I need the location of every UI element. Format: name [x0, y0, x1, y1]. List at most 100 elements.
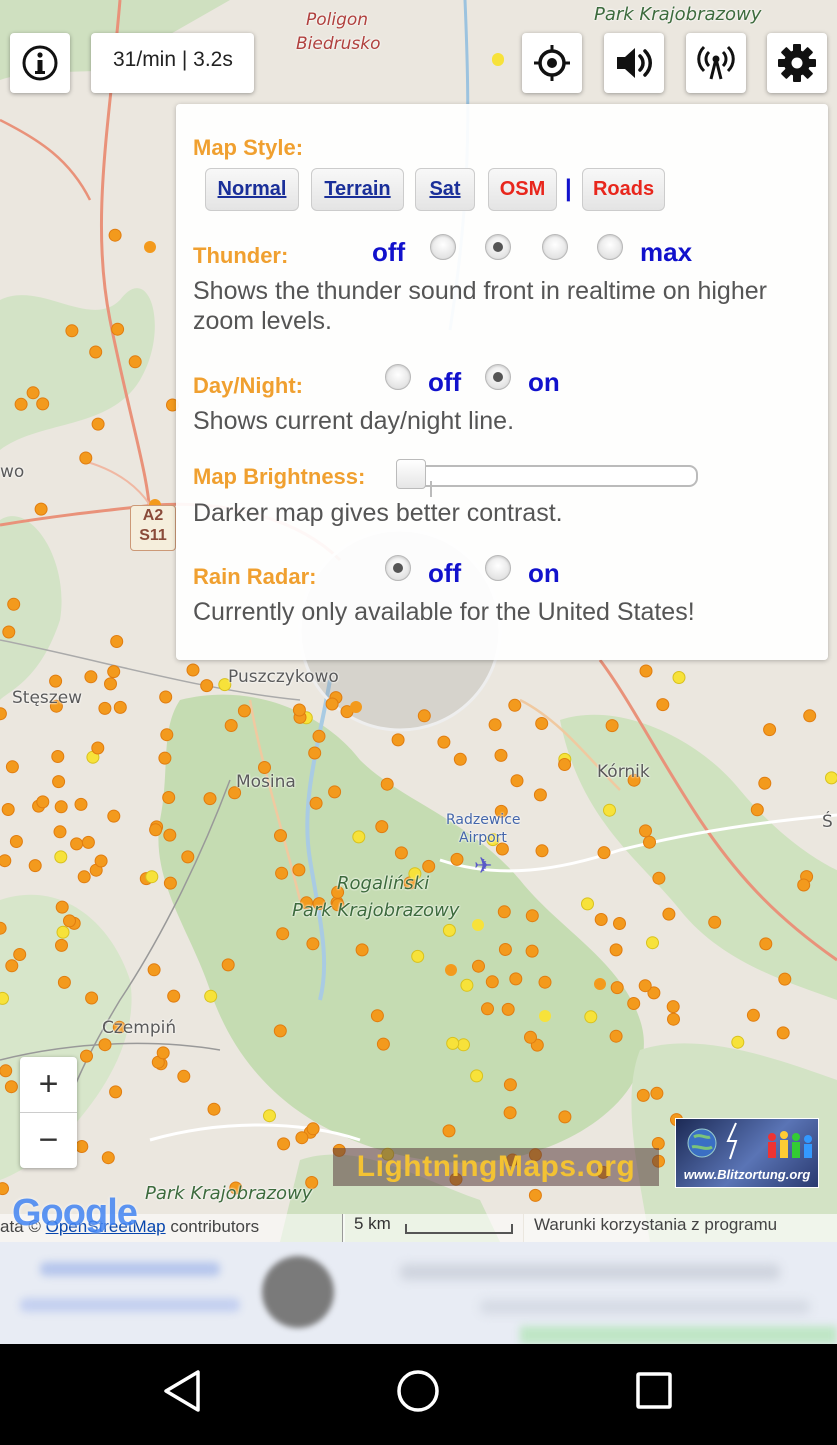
- day-night-description: Shows current day/night line.: [193, 406, 514, 436]
- lightning-strike-marker: [353, 831, 365, 843]
- lightning-strike-marker: [296, 1132, 308, 1144]
- lightning-strike-marker: [37, 796, 49, 808]
- map-style-separator: |: [565, 175, 572, 203]
- thunder-level-1-radio[interactable]: [430, 234, 456, 260]
- map-label-poligon: Poligon: [306, 10, 368, 30]
- ad-blur-line-2: [20, 1298, 240, 1312]
- signal-button[interactable]: [686, 33, 746, 93]
- lightning-strike-marker: [381, 778, 393, 790]
- lightning-strike-marker: [29, 860, 41, 872]
- lightning-strike-marker: [644, 836, 656, 848]
- lightning-strike-marker: [293, 704, 305, 716]
- lightning-strike-marker: [536, 718, 548, 730]
- nav-recents-icon[interactable]: [638, 1374, 670, 1407]
- lightning-strike-marker: [205, 990, 217, 1002]
- lightning-strike-marker: [85, 671, 97, 683]
- ad-banner[interactable]: [0, 1242, 837, 1344]
- lightning-strike-marker: [657, 699, 669, 711]
- attribution-suffix: contributors: [166, 1217, 260, 1236]
- lightning-strike-marker: [108, 666, 120, 678]
- lightningmaps-brand[interactable]: LightningMaps.org: [333, 1148, 659, 1186]
- lightning-strike-marker: [0, 855, 11, 867]
- lightning-strike-marker: [606, 720, 618, 732]
- map-style-terrain-button[interactable]: Terrain: [311, 168, 404, 211]
- zoom-in-button[interactable]: +: [20, 1057, 77, 1113]
- lightning-strike-marker: [164, 829, 176, 841]
- lightning-strike-marker: [112, 323, 124, 335]
- day-night-off-radio[interactable]: [385, 364, 411, 390]
- map-style-roads-button[interactable]: Roads: [582, 168, 665, 211]
- map-style-sat-button[interactable]: Sat: [415, 168, 475, 211]
- lightning-strike-marker: [164, 877, 176, 889]
- info-button[interactable]: [10, 33, 70, 93]
- lightning-strike-marker: [52, 751, 64, 763]
- locate-button[interactable]: [522, 33, 582, 93]
- lightning-strike-marker: [307, 938, 319, 950]
- lightning-strike-marker: [0, 708, 6, 720]
- lightning-strike-marker: [525, 1031, 537, 1043]
- scale-bar: 5 km: [342, 1214, 523, 1242]
- map-view[interactable]: Poligon Biedrusko Park Krajobrazowy A2 S…: [0, 0, 837, 1242]
- ad-blur-circle: [262, 1256, 334, 1328]
- lightning-strike-marker: [350, 701, 362, 713]
- thunder-max-label: max: [640, 237, 692, 268]
- lightning-strike-marker: [534, 789, 546, 801]
- blitzortung-logo[interactable]: www.Blitzortung.org: [675, 1118, 819, 1188]
- lightning-strike-marker: [27, 387, 39, 399]
- rain-radar-off-radio[interactable]: [385, 555, 411, 581]
- map-label-mosina: Mosina: [236, 772, 296, 792]
- lightning-strike-marker: [376, 821, 388, 833]
- lightning-strike-marker: [498, 906, 510, 918]
- lightning-strike-marker: [313, 730, 325, 742]
- thunder-level-4-radio[interactable]: [597, 234, 623, 260]
- airport-plane-icon: ✈: [474, 853, 492, 879]
- lightning-strike-marker: [640, 665, 652, 677]
- lightning-strike-marker: [111, 636, 123, 648]
- lightning-strike-marker: [495, 749, 507, 761]
- zoom-out-button[interactable]: −: [20, 1113, 77, 1168]
- lightning-strike-marker: [673, 672, 685, 684]
- thunder-level-2-radio[interactable]: [485, 234, 511, 260]
- map-label-puszczykowo: Puszczykowo: [228, 667, 339, 687]
- lightning-strike-marker: [55, 851, 67, 863]
- lightning-strike-marker: [159, 752, 171, 764]
- lightning-strike-marker: [277, 928, 289, 940]
- lightning-strike-marker: [187, 664, 199, 676]
- lightning-strike-marker: [160, 691, 172, 703]
- settings-button[interactable]: [767, 33, 827, 93]
- sound-button[interactable]: [604, 33, 664, 93]
- map-style-label: Map Style:: [193, 135, 303, 161]
- map-style-normal-button[interactable]: Normal: [205, 168, 299, 211]
- day-night-on-radio[interactable]: [485, 364, 511, 390]
- lightning-strike-marker: [15, 398, 27, 410]
- day-night-on-label: on: [528, 367, 560, 398]
- terms-link[interactable]: Warunki korzystania z programu: [524, 1214, 837, 1242]
- rain-radar-on-radio[interactable]: [485, 555, 511, 581]
- lightning-strike-marker: [82, 836, 94, 848]
- lightning-strike-marker: [146, 871, 158, 883]
- lightning-strike-marker: [53, 776, 65, 788]
- brightness-slider-thumb[interactable]: [396, 459, 426, 489]
- nav-home-icon[interactable]: [399, 1372, 437, 1410]
- lightning-strike-marker: [92, 418, 104, 430]
- lightning-strike-marker: [150, 824, 162, 836]
- nav-back-icon[interactable]: [166, 1372, 198, 1410]
- lightning-strike-marker: [276, 867, 288, 879]
- thunder-level-3-radio[interactable]: [542, 234, 568, 260]
- lightning-strike-marker: [274, 1025, 286, 1037]
- brightness-slider-track[interactable]: [398, 465, 698, 487]
- rain-radar-off-label: off: [428, 558, 461, 589]
- map-label-park-bottom: Park Krajobrazowy: [145, 1183, 312, 1204]
- lightning-strike-marker: [511, 775, 523, 787]
- thunder-off-label: off: [372, 237, 405, 268]
- lightning-strike-marker: [78, 871, 90, 883]
- map-label-kornik: Kórnik: [597, 762, 650, 782]
- gear-icon: [776, 42, 818, 84]
- lightning-strike-marker: [653, 872, 665, 884]
- lightning-strike-marker: [502, 1003, 514, 1015]
- lightning-strike-marker: [0, 922, 6, 934]
- lightning-strike-marker: [157, 1047, 169, 1059]
- map-brightness-label: Map Brightness:: [193, 464, 365, 490]
- map-style-osm-button[interactable]: OSM: [488, 168, 557, 211]
- lightning-strike-marker: [293, 864, 305, 876]
